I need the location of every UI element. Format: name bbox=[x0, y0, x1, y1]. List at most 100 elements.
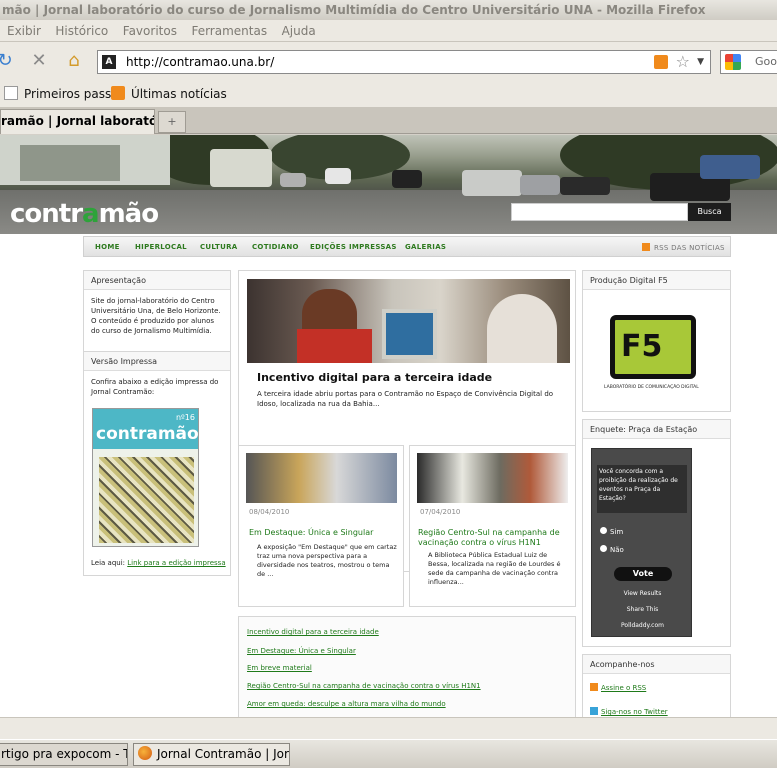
tab-contramao[interactable]: ramão | Jornal laboratór... bbox=[0, 109, 155, 134]
menu-bar: Exibir Histórico Favoritos Ferramentas A… bbox=[0, 20, 777, 42]
share-link[interactable]: Share This bbox=[592, 606, 693, 613]
post-photo-2[interactable] bbox=[417, 453, 568, 503]
chevron-down-icon[interactable]: ▼ bbox=[697, 51, 704, 73]
taskbar-item-firefox[interactable]: Jornal Contramão | Jorn... bbox=[133, 743, 290, 766]
logo-text-end: mão bbox=[98, 199, 159, 229]
vote-button[interactable]: Vote bbox=[614, 567, 672, 581]
radio-icon[interactable] bbox=[600, 545, 607, 552]
navigation-toolbar: ↻ ✕ ⌂ A http://contramao.una.br/ ☆ ▼ Goo bbox=[0, 42, 777, 80]
nav-cotidiano[interactable]: COTIDIANO bbox=[252, 243, 299, 251]
taskbar-label: Jornal Contramão | Jorn... bbox=[157, 747, 289, 761]
subscribe-rss-link[interactable]: Assine o RSS bbox=[590, 683, 646, 693]
recent-link-3[interactable]: Em breve material bbox=[247, 663, 312, 673]
widget-title: Acompanhe-nos bbox=[583, 655, 730, 674]
versao-impressa-widget: Versão Impressa Confira abaixo a edição … bbox=[83, 351, 231, 576]
widget-title: Produção Digital F5 bbox=[583, 271, 730, 290]
featured-text: A terceira idade abriu portas para o Con… bbox=[257, 390, 554, 408]
logo-text-highlight: a bbox=[82, 199, 100, 229]
firefox-icon bbox=[138, 746, 152, 760]
bookmark-label: Últimas notícias bbox=[131, 87, 227, 101]
twitter-link[interactable]: Siga-nos no Twitter bbox=[590, 707, 668, 717]
menu-ajuda[interactable]: Ajuda bbox=[282, 20, 316, 42]
post-title-1[interactable]: Em Destaque: Única e Singular bbox=[249, 528, 399, 538]
post-date-2: 07/04/2010 bbox=[420, 508, 461, 516]
menu-favoritos[interactable]: Favoritos bbox=[123, 20, 177, 42]
f5-widget: Produção Digital F5 F5 LABORATÓRIO DE CO… bbox=[582, 270, 731, 412]
nav-home[interactable]: HOME bbox=[95, 243, 120, 251]
status-bar bbox=[0, 717, 777, 739]
rss-feed-icon[interactable] bbox=[654, 55, 668, 69]
f5-logo[interactable]: F5 LABORATÓRIO DE COMUNICAÇÃO DIGITAL bbox=[590, 297, 710, 407]
nav-hiperlocal[interactable]: HIPERLOCAL bbox=[135, 243, 187, 251]
bookmark-primeiros-passos[interactable]: Primeiros passos bbox=[4, 86, 125, 102]
stop-icon[interactable]: ✕ bbox=[28, 50, 50, 72]
recent-link-4[interactable]: Região Centro-Sul na campanha de vacinaç… bbox=[247, 681, 481, 691]
reload-icon[interactable]: ↻ bbox=[0, 50, 16, 72]
widget-title: Versão Impressa bbox=[84, 352, 230, 371]
search-input[interactable]: Goo bbox=[720, 50, 777, 74]
menu-exibir[interactable]: Exibir bbox=[7, 20, 41, 42]
poll-question: Você concorda com a proibição da realiza… bbox=[597, 465, 687, 513]
tab-bar: ramão | Jornal laboratór... + bbox=[0, 108, 777, 134]
nav-cultura[interactable]: CULTURA bbox=[200, 243, 238, 251]
poll-widget: Enquete: Praça da Estação Você concorda … bbox=[582, 419, 731, 647]
nav-galerias[interactable]: GALERIAS bbox=[405, 243, 446, 251]
rss-label: RSS DAS NOTÍCIAS bbox=[654, 244, 725, 252]
post-text-1: A exposição "Em Destaque" que em cartaz … bbox=[257, 543, 397, 578]
recent-link-1[interactable]: Incentivo digital para a terceira idade bbox=[247, 627, 379, 637]
poll-option-label: Sim bbox=[610, 528, 624, 536]
printed-edition-cover[interactable]: contramão nº16 bbox=[92, 408, 199, 547]
f5-logo-mark: F5 bbox=[610, 315, 696, 379]
poll-box: Você concorda com a proibição da realiza… bbox=[591, 448, 692, 637]
twitter-label: Siga-nos no Twitter bbox=[601, 708, 668, 716]
post-photo-1[interactable] bbox=[246, 453, 397, 503]
recent-link-5[interactable]: Amor em queda: desculpe a altura mara vi… bbox=[247, 699, 446, 709]
site-logo[interactable]: contramão bbox=[10, 199, 159, 229]
featured-title[interactable]: Incentivo digital para a terceira idade bbox=[257, 371, 492, 384]
site-favicon-icon: A bbox=[102, 55, 116, 69]
versao-link-prefix: Leia aqui: bbox=[91, 559, 128, 567]
web-page: contramão Busca HOME HIPERLOCAL CULTURA … bbox=[0, 135, 777, 717]
versao-link-line: Leia aqui: Link para a edição impressa bbox=[91, 558, 226, 568]
poll-option-sim[interactable]: Sim bbox=[600, 527, 623, 536]
nav-edicoes-impressas[interactable]: EDIÇÕES IMPRESSAS bbox=[310, 243, 397, 251]
bookmark-label: Primeiros passos bbox=[24, 87, 125, 101]
address-bar[interactable]: A http://contramao.una.br/ ☆ ▼ bbox=[97, 50, 711, 74]
polldaddy-link[interactable]: Polldaddy.com bbox=[592, 622, 693, 629]
os-taskbar: rtigo pra expocom - Tec... Jornal Contra… bbox=[0, 739, 777, 768]
site-search-input[interactable] bbox=[511, 203, 688, 221]
post-title-2[interactable]: Região Centro-Sul na campanha de vacinaç… bbox=[418, 528, 570, 548]
featured-photo[interactable] bbox=[247, 279, 570, 363]
rss-icon bbox=[642, 243, 650, 251]
home-icon[interactable]: ⌂ bbox=[63, 50, 85, 72]
bookmark-star-icon[interactable]: ☆ bbox=[676, 51, 690, 73]
recent-link-2[interactable]: Em Destaque: Única e Singular bbox=[247, 646, 356, 656]
site-search-button[interactable]: Busca bbox=[688, 203, 731, 221]
search-placeholder: Goo bbox=[755, 55, 777, 68]
post-date-1: 08/04/2010 bbox=[249, 508, 290, 516]
radio-icon[interactable] bbox=[600, 527, 607, 534]
address-url: http://contramao.una.br/ bbox=[126, 55, 275, 69]
poll-option-nao[interactable]: Não bbox=[600, 545, 624, 554]
post-card-2: 07/04/2010 Região Centro-Sul na campanha… bbox=[409, 445, 576, 607]
menu-ferramentas[interactable]: Ferramentas bbox=[191, 20, 267, 42]
apresentacao-text: Site do jornal-laboratório do Centro Uni… bbox=[91, 297, 221, 335]
post-text-2: A Biblioteca Pública Estadual Luiz de Be… bbox=[428, 551, 561, 586]
post-card-1: 08/04/2010 Em Destaque: Única e Singular… bbox=[238, 445, 404, 607]
rss-noticias-link[interactable]: RSS DAS NOTÍCIAS bbox=[642, 243, 725, 252]
twitter-icon bbox=[590, 707, 598, 715]
widget-title: Enquete: Praça da Estação bbox=[583, 420, 730, 439]
bookmarks-toolbar: Primeiros passos Últimas notícias bbox=[0, 80, 777, 108]
subscribe-rss-label: Assine o RSS bbox=[601, 684, 647, 692]
bookmark-ultimas-noticias[interactable]: Últimas notícias bbox=[111, 86, 227, 102]
rss-icon bbox=[111, 86, 125, 100]
printed-edition-link[interactable]: Link para a edição impressa bbox=[127, 559, 225, 567]
cover-illustration bbox=[99, 457, 194, 543]
view-results-link[interactable]: View Results bbox=[592, 590, 693, 597]
taskbar-item-expocom[interactable]: rtigo pra expocom - Tec... bbox=[0, 743, 128, 766]
versao-text: Confira abaixo a edição impressa do Jorn… bbox=[91, 378, 219, 396]
recent-posts-list: Incentivo digital para a terceira idade … bbox=[238, 616, 576, 717]
new-tab-button[interactable]: + bbox=[158, 111, 186, 133]
main-navigation: HOME HIPERLOCAL CULTURA COTIDIANO EDIÇÕE… bbox=[83, 236, 731, 257]
menu-historico[interactable]: Histórico bbox=[55, 20, 108, 42]
